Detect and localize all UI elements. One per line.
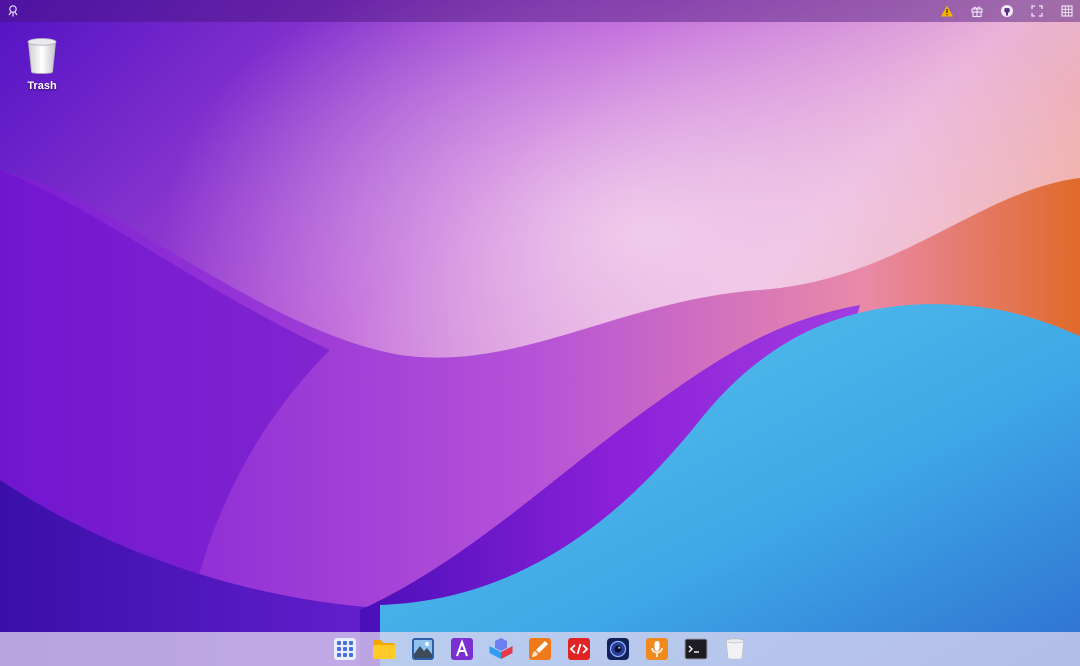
photos-icon[interactable] <box>411 637 435 661</box>
desktop-icon-label: Trash <box>27 80 57 92</box>
top-bar-left <box>6 0 20 22</box>
dock <box>0 632 1080 666</box>
app-grid-icon[interactable] <box>333 637 357 661</box>
menu-grid-icon[interactable] <box>1060 4 1074 18</box>
code-editor-icon[interactable] <box>567 637 591 661</box>
wallpaper <box>0 0 1080 666</box>
cubes-app-icon[interactable] <box>489 637 513 661</box>
fullscreen-icon[interactable] <box>1030 4 1044 18</box>
paint-brush-app-icon[interactable] <box>528 637 552 661</box>
voice-recorder-icon[interactable] <box>645 637 669 661</box>
trash-icon[interactable] <box>723 637 747 661</box>
gift-icon[interactable] <box>970 4 984 18</box>
font-app-icon[interactable] <box>450 637 474 661</box>
app-launcher-logo-icon[interactable] <box>6 4 20 18</box>
warning-icon[interactable] <box>940 4 954 18</box>
camera-app-icon[interactable] <box>606 637 630 661</box>
desktop: Trash <box>0 0 1080 666</box>
top-bar-right <box>924 0 1074 22</box>
desktop-icon-trash[interactable]: Trash <box>18 36 66 92</box>
github-icon[interactable] <box>1000 4 1014 18</box>
trash-icon <box>27 38 57 74</box>
file-manager-icon[interactable] <box>372 637 396 661</box>
top-bar <box>0 0 1080 22</box>
terminal-icon[interactable] <box>684 637 708 661</box>
